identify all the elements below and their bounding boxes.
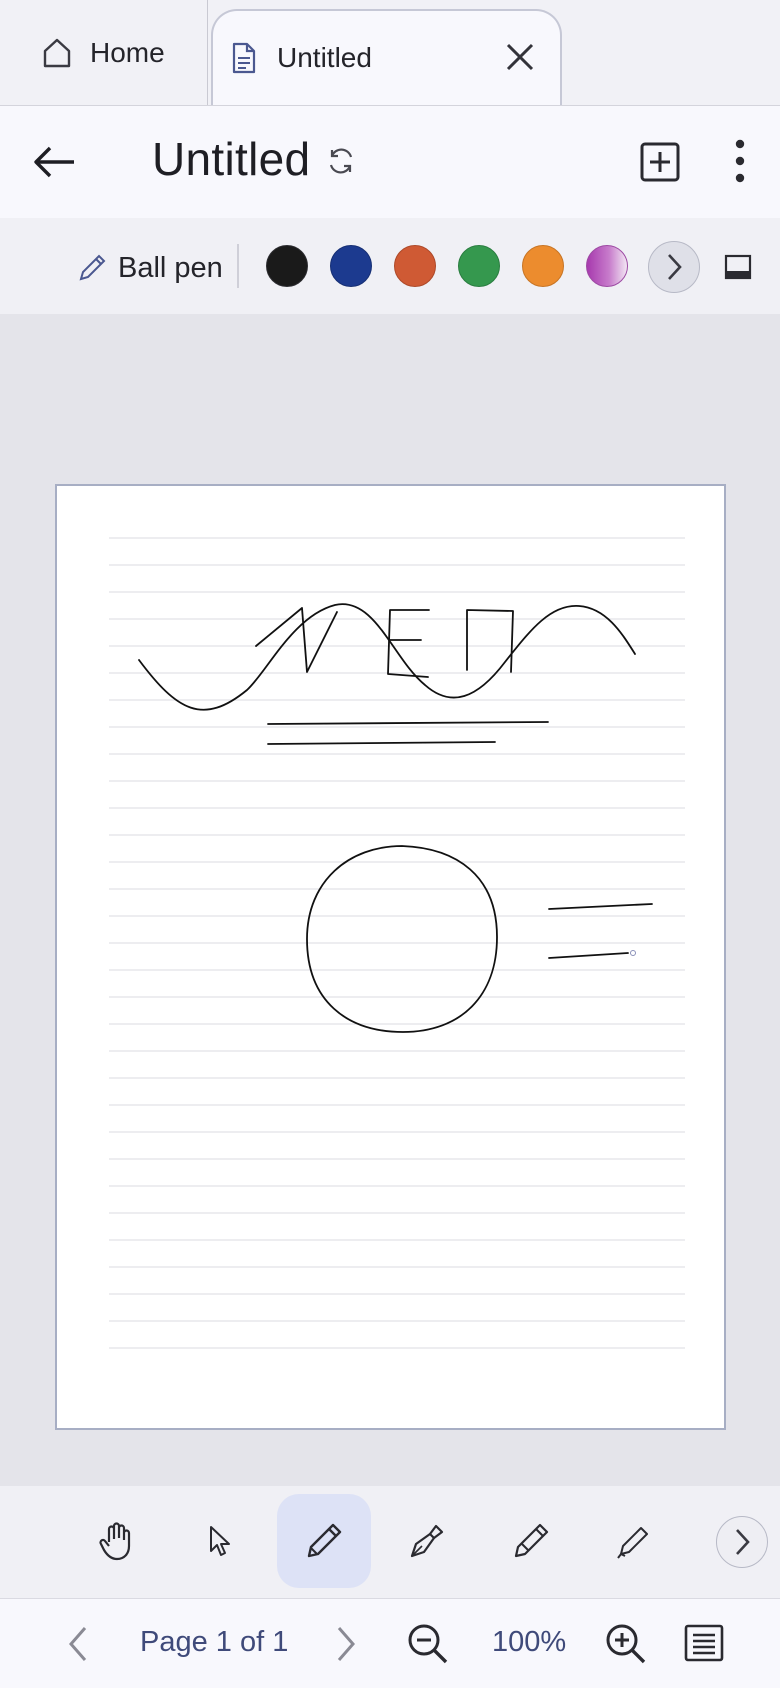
add-page-icon[interactable] xyxy=(638,140,682,184)
tab-home-label: Home xyxy=(90,36,165,68)
color-swatch-red[interactable] xyxy=(394,245,436,287)
ballpen-icon xyxy=(79,254,106,281)
home-icon xyxy=(43,38,71,67)
sync-icon xyxy=(329,148,353,174)
letter-v-stroke xyxy=(255,607,338,673)
cursor-icon xyxy=(210,1526,230,1556)
more-options-icon[interactable] xyxy=(722,136,758,186)
status-bar xyxy=(0,1598,780,1688)
sine-wave-stroke xyxy=(138,603,636,711)
dash-stroke-2 xyxy=(548,952,629,959)
circle-stroke xyxy=(306,845,498,1033)
color-swatch-black[interactable] xyxy=(266,245,308,287)
hand-icon xyxy=(99,1522,131,1561)
tool-fountain-pen[interactable] xyxy=(380,1494,474,1588)
color-swatch-blue[interactable] xyxy=(330,245,372,287)
zoom-level: 100% xyxy=(492,1626,567,1658)
tool-hand[interactable] xyxy=(70,1494,164,1588)
color-swatch-purple[interactable] xyxy=(586,245,628,287)
panel-toggle-icon[interactable] xyxy=(724,254,752,280)
tool-pencil[interactable] xyxy=(484,1494,578,1588)
previous-page-button[interactable] xyxy=(58,1622,98,1666)
tab-strip: Home Untitled xyxy=(0,0,780,106)
pen-type-selector[interactable]: Ball pen xyxy=(76,248,223,288)
more-tools-button[interactable] xyxy=(716,1516,768,1568)
page-layout-icon[interactable] xyxy=(684,1624,724,1662)
stroke-endpoint-marker xyxy=(630,950,636,956)
notebook-page[interactable] xyxy=(55,484,726,1430)
close-tab-button[interactable] xyxy=(502,39,538,75)
toolbar-divider xyxy=(237,244,239,288)
chevron-left-icon xyxy=(69,1627,87,1661)
back-arrow-icon[interactable] xyxy=(30,136,82,188)
highlighter-icon xyxy=(617,1527,648,1559)
tool-ballpen[interactable] xyxy=(277,1494,371,1588)
tool-select[interactable] xyxy=(172,1494,266,1588)
more-colors-button[interactable] xyxy=(648,241,700,293)
ballpen-icon xyxy=(307,1523,342,1558)
color-swatch-green[interactable] xyxy=(458,245,500,287)
fountain-pen-icon xyxy=(410,1524,444,1558)
tab-untitled[interactable]: Untitled xyxy=(211,9,562,105)
page-indicator: Page 1 of 1 xyxy=(140,1626,289,1658)
chevron-right-icon xyxy=(668,254,682,280)
next-page-button[interactable] xyxy=(326,1622,366,1666)
underline-stroke-2 xyxy=(267,741,496,745)
page-content xyxy=(109,537,685,1349)
close-icon xyxy=(506,43,534,71)
document-title[interactable]: Untitled xyxy=(152,132,310,186)
color-swatch-orange[interactable] xyxy=(522,245,564,287)
pen-type-label: Ball pen xyxy=(118,251,223,284)
app-bar: Untitled xyxy=(0,106,780,218)
zoom-in-icon[interactable] xyxy=(604,1622,648,1666)
document-icon xyxy=(232,42,256,74)
tab-home[interactable]: Home xyxy=(0,0,208,105)
chevron-right-icon xyxy=(337,1627,355,1661)
chevron-right-icon xyxy=(736,1529,750,1555)
dash-stroke-1 xyxy=(548,903,653,910)
ruled-lines xyxy=(109,537,685,1349)
underline-stroke-1 xyxy=(267,721,549,725)
zoom-out-icon[interactable] xyxy=(406,1622,450,1666)
tool-highlighter[interactable] xyxy=(586,1494,680,1588)
ink-strokes xyxy=(138,603,653,1033)
pencil-icon xyxy=(514,1523,549,1558)
tab-untitled-label: Untitled xyxy=(277,42,372,73)
